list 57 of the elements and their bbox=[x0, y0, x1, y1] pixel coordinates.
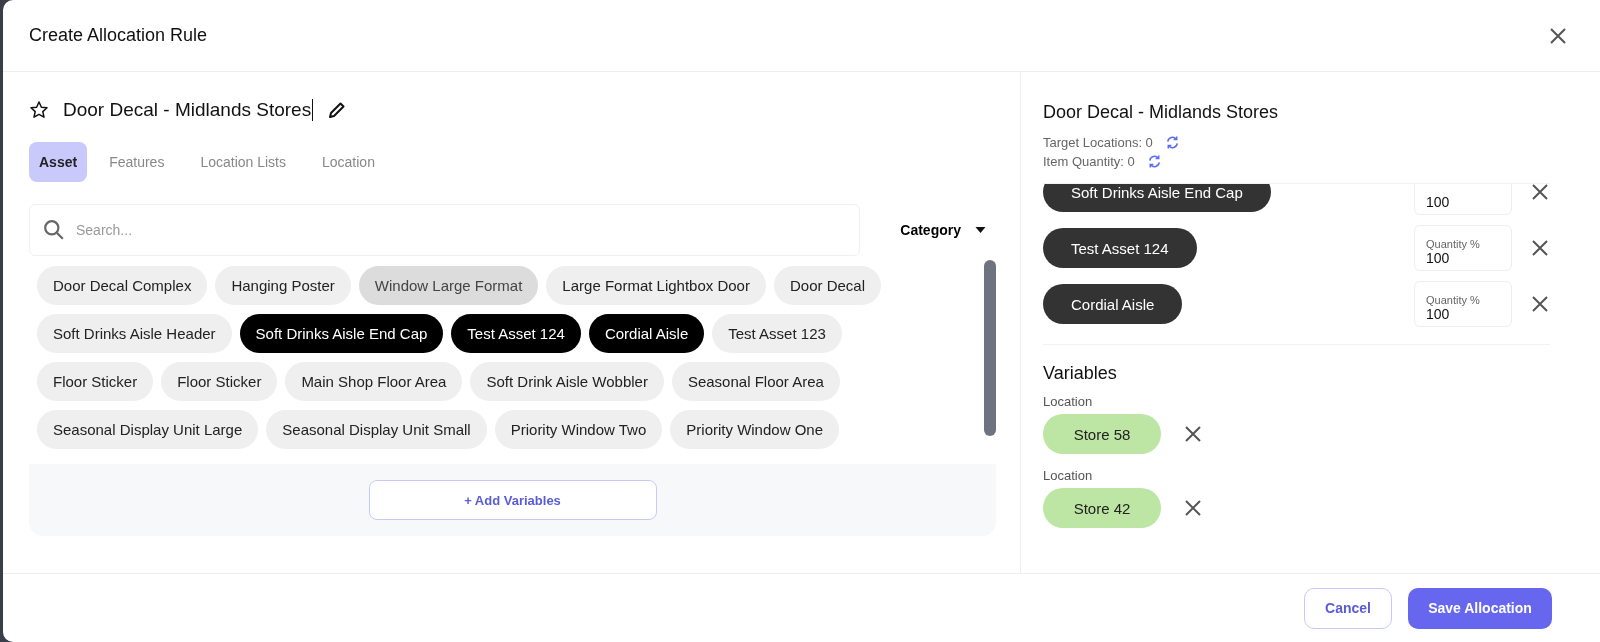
asset-chip[interactable]: Soft Drink Aisle Wobbler bbox=[470, 362, 664, 401]
asset-chip[interactable]: Hanging Poster bbox=[215, 266, 351, 305]
search-field[interactable]: Search... bbox=[29, 204, 861, 256]
asset-chip[interactable]: Priority Window Two bbox=[494, 410, 663, 449]
variable-label: Location bbox=[1043, 394, 1094, 409]
variable-label: Location bbox=[1043, 468, 1094, 483]
refresh-icon[interactable] bbox=[1146, 154, 1162, 169]
asset-chip[interactable]: Large Format Lightbox Door bbox=[546, 266, 766, 305]
close-icon[interactable] bbox=[1183, 424, 1203, 444]
category-dropdown[interactable]: Category bbox=[880, 222, 996, 238]
asset-chip[interactable]: Seasonal Display Unit Large bbox=[37, 410, 259, 449]
asset-chip[interactable]: Seasonal Display Unit Small bbox=[266, 410, 487, 449]
save-button[interactable]: Save Allocation bbox=[1408, 587, 1552, 629]
asset-chip[interactable]: Soft Drinks Aisle End Cap bbox=[239, 314, 444, 353]
tab[interactable]: Features bbox=[95, 142, 179, 182]
asset-chip[interactable]: Floor Sticker bbox=[161, 362, 278, 401]
asset-chip[interactable]: Test Asset 123 bbox=[712, 314, 842, 353]
asset-chip: Soft Drinks Aisle End Cap bbox=[1043, 184, 1271, 212]
refresh-icon[interactable] bbox=[1164, 135, 1180, 150]
close-icon[interactable] bbox=[1548, 25, 1568, 46]
asset-chip[interactable]: Door Decal bbox=[773, 266, 881, 305]
item-quantity-text: Item Quantity: 0 bbox=[1043, 154, 1135, 169]
asset-chip[interactable]: Cordial Aisle bbox=[588, 314, 705, 353]
close-icon[interactable] bbox=[1530, 238, 1550, 258]
asset-chip[interactable]: Door Decal Complex bbox=[37, 266, 208, 305]
location-chip: Store 42 bbox=[1043, 488, 1161, 528]
tab[interactable]: Location Lists bbox=[186, 142, 300, 182]
quantity-field[interactable]: Quantity % 100 bbox=[1414, 281, 1512, 327]
search-icon bbox=[43, 219, 65, 241]
asset-chip[interactable]: Seasonal Floor Area bbox=[671, 362, 840, 401]
close-icon[interactable] bbox=[1183, 498, 1203, 518]
pencil-icon[interactable] bbox=[327, 100, 348, 120]
cancel-button[interactable]: Cancel bbox=[1304, 587, 1392, 629]
add-variables-button[interactable]: + Add Variables bbox=[368, 480, 657, 520]
variables-heading: Variables bbox=[1043, 363, 1118, 384]
asset-chip[interactable]: Main Shop Floor Area bbox=[285, 362, 463, 401]
asset-chip[interactable]: Priority Window One bbox=[670, 410, 839, 449]
asset-chip: Test Asset 124 bbox=[1043, 228, 1197, 268]
asset-chip[interactable]: Floor Sticker bbox=[37, 362, 154, 401]
caret-icon bbox=[975, 227, 986, 233]
tab[interactable]: Asset bbox=[29, 142, 88, 182]
quantity-field[interactable]: Quantity % 100 bbox=[1414, 225, 1512, 271]
asset-chip[interactable]: Window Large Format bbox=[358, 266, 539, 305]
dialog-title: Create Allocation Rule bbox=[29, 25, 208, 46]
location-chip: Store 58 bbox=[1043, 414, 1161, 454]
asset-chip[interactable]: Test Asset 124 bbox=[451, 314, 581, 353]
quantity-field[interactable]: 100 bbox=[1414, 184, 1512, 215]
asset-chip: Cordial Aisle bbox=[1043, 284, 1183, 324]
close-icon[interactable] bbox=[1530, 184, 1550, 202]
star-icon[interactable] bbox=[29, 100, 49, 120]
close-icon[interactable] bbox=[1530, 294, 1550, 314]
tab[interactable]: Location bbox=[308, 142, 389, 182]
asset-chip[interactable]: Soft Drinks Aisle Header bbox=[37, 314, 232, 353]
scrollbar[interactable] bbox=[984, 260, 996, 436]
summary-title: Door Decal - Midlands Stores bbox=[1043, 102, 1280, 123]
rule-name-field[interactable]: Door Decal - Midlands Stores bbox=[63, 99, 314, 121]
target-locations-text: Target Locations: 0 bbox=[1043, 135, 1153, 150]
